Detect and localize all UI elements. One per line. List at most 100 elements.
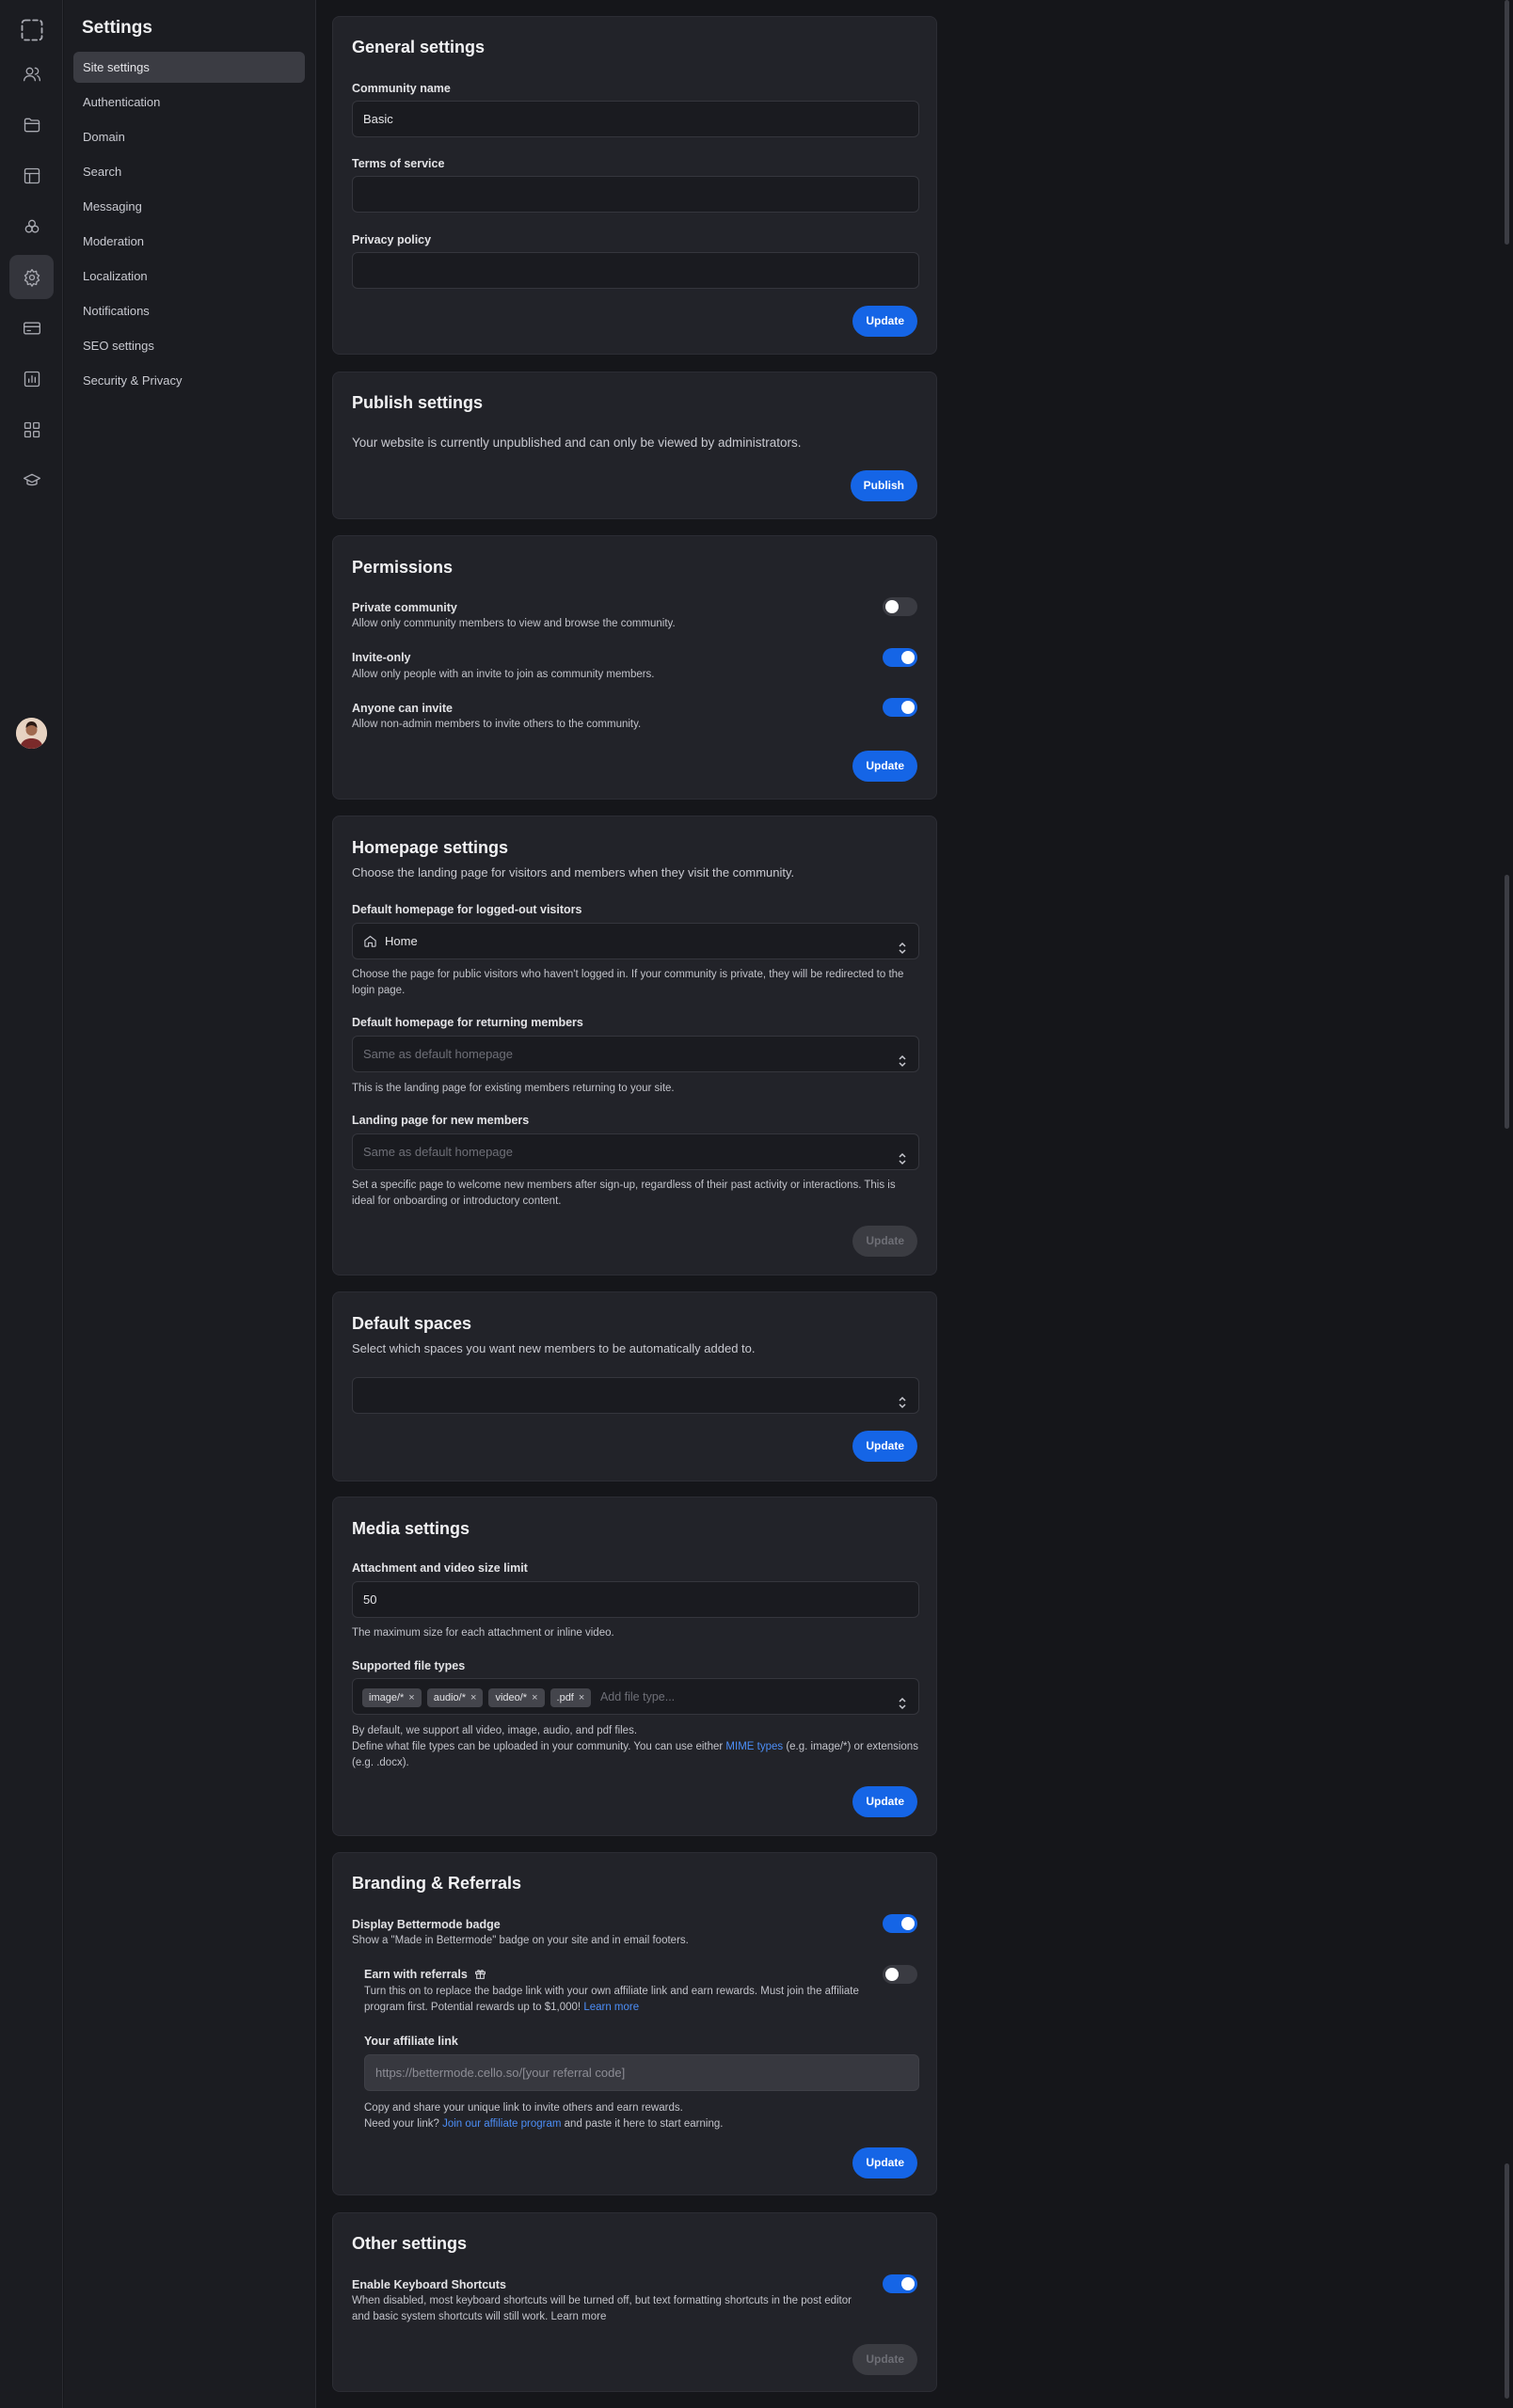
members-icon[interactable] <box>9 52 54 96</box>
earn-with-referrals-label: Earn with referrals <box>364 1968 486 1981</box>
affiliate-help-2: Need your link? Join our affiliate progr… <box>364 2118 724 2130</box>
chevron-up-down-icon <box>896 1388 909 1409</box>
publish-button[interactable]: Publish <box>850 470 917 501</box>
card-title: Homepage settings <box>352 838 509 857</box>
branding-referrals-card: Branding & Referrals Display Bettermode … <box>332 1852 937 2195</box>
nav-item-moderation[interactable]: Moderation <box>73 226 305 257</box>
card-title: General settings <box>352 38 486 56</box>
nav-item-domain[interactable]: Domain <box>73 121 305 152</box>
file-type-tag: video/* × <box>488 1688 545 1707</box>
card-title: Other settings <box>352 2234 468 2253</box>
nav-item-messaging[interactable]: Messaging <box>73 191 305 222</box>
update-button[interactable]: Update <box>852 1786 917 1817</box>
shapes-icon[interactable] <box>9 204 54 248</box>
nav-item-security-privacy[interactable]: Security & Privacy <box>73 365 305 396</box>
nav-item-notifications[interactable]: Notifications <box>73 295 305 326</box>
join-affiliate-link[interactable]: Join our affiliate program <box>442 2118 561 2130</box>
affiliate-help-1: Copy and share your unique link to invit… <box>364 2102 683 2114</box>
nav-item-localization[interactable]: Localization <box>73 261 305 292</box>
academy-cap-icon[interactable] <box>9 458 54 502</box>
size-limit-help: The maximum size for each attachment or … <box>352 1627 614 1639</box>
file-types-label: Supported file types <box>352 1659 466 1672</box>
settings-title: Settings <box>82 18 152 38</box>
earn-with-referrals-desc: Turn this on to replace the badge link w… <box>364 1986 859 2013</box>
file-types-input[interactable]: image/* × audio/* × video/* × .pdf × Add file t… <box>352 1678 919 1715</box>
update-button[interactable]: Update <box>852 1431 917 1462</box>
remove-tag-icon[interactable]: × <box>408 1692 414 1703</box>
bettermode-badge-toggle[interactable] <box>883 1914 917 1933</box>
logged-out-homepage-select[interactable]: Home <box>352 923 919 959</box>
terms-of-service-input[interactable] <box>352 176 919 213</box>
update-button[interactable]: Update <box>852 1226 917 1257</box>
icon-rail <box>0 0 63 2408</box>
affiliate-link-input[interactable]: https://bettermode.cello.so/[your referr… <box>364 2054 919 2091</box>
invite-only-toggle[interactable] <box>883 648 917 667</box>
scrollbar[interactable] <box>1503 0 1513 2408</box>
logged-out-homepage-label: Default homepage for logged-out visitors <box>352 903 582 916</box>
nav-item-seo-settings[interactable]: SEO settings <box>73 330 305 361</box>
scrollbar-thumb[interactable] <box>1505 2163 1509 2399</box>
home-icon <box>364 935 376 947</box>
settings-nav: Settings Site settings Authentication Do… <box>64 0 316 2408</box>
avatar[interactable] <box>16 718 47 749</box>
default-spaces-subtitle: Select which spaces you want new members… <box>352 1341 756 1355</box>
earn-with-referrals-toggle[interactable] <box>883 1965 917 1984</box>
chevron-up-down-icon <box>896 1047 909 1068</box>
returning-homepage-placeholder: Same as default homepage <box>363 1047 513 1061</box>
update-button[interactable]: Update <box>852 306 917 337</box>
homepage-subtitle: Choose the landing page for visitors and… <box>352 865 795 879</box>
analytics-chart-icon[interactable] <box>9 356 54 401</box>
returning-homepage-label: Default homepage for returning members <box>352 1016 583 1029</box>
card-title: Publish settings <box>352 393 484 412</box>
private-community-toggle[interactable] <box>883 597 917 616</box>
gift-icon <box>475 1970 486 1979</box>
chevron-up-down-icon <box>896 1689 909 1710</box>
keyboard-shortcuts-label: Enable Keyboard Shortcuts <box>352 2278 506 2291</box>
privacy-policy-input[interactable] <box>352 252 919 289</box>
remove-tag-icon[interactable]: × <box>532 1692 537 1703</box>
update-button[interactable]: Update <box>852 751 917 782</box>
default-spaces-select[interactable] <box>352 1377 919 1414</box>
mime-types-link[interactable]: MIME types <box>725 1741 783 1752</box>
new-members-landing-select[interactable]: Same as default homepage <box>352 1133 919 1170</box>
returning-homepage-select[interactable]: Same as default homepage <box>352 1036 919 1072</box>
bettermode-badge-desc: Show a "Made in Bettermode" badge on you… <box>352 1935 689 1946</box>
remove-tag-icon[interactable]: × <box>579 1692 584 1703</box>
folder-icon[interactable] <box>9 103 54 147</box>
nav-item-authentication[interactable]: Authentication <box>73 87 305 118</box>
size-limit-input[interactable]: 50 <box>352 1581 919 1618</box>
scrollbar-thumb[interactable] <box>1505 0 1509 245</box>
logged-out-homepage-value: Home <box>385 934 418 948</box>
returning-homepage-help: This is the landing page for existing me… <box>352 1083 675 1094</box>
update-button[interactable]: Update <box>852 2147 917 2178</box>
nav-item-site-settings[interactable]: Site settings <box>73 52 305 83</box>
chevron-up-down-icon <box>896 1145 909 1165</box>
file-type-tag: audio/* × <box>426 1688 484 1707</box>
permissions-card: Permissions Private community Allow only… <box>332 535 937 800</box>
update-button[interactable]: Update <box>852 2344 917 2375</box>
scrollbar-thumb[interactable] <box>1505 875 1509 1129</box>
bettermode-badge-label: Display Bettermode badge <box>352 1918 501 1931</box>
size-limit-label: Attachment and video size limit <box>352 1561 528 1575</box>
new-members-landing-help: Set a specific page to welcome new membe… <box>352 1180 896 1207</box>
anyone-can-invite-toggle[interactable] <box>883 698 917 717</box>
publish-status-text: Your website is currently unpublished an… <box>352 436 802 450</box>
file-type-tag: .pdf × <box>549 1688 592 1707</box>
anyone-can-invite-desc: Allow non-admin members to invite others… <box>352 719 642 730</box>
anyone-can-invite-label: Anyone can invite <box>352 702 453 715</box>
file-type-tag: image/* × <box>362 1688 422 1707</box>
dashed-square-icon[interactable] <box>9 8 54 52</box>
learn-more-link[interactable]: Learn more <box>583 2002 639 2013</box>
remove-tag-icon[interactable]: × <box>470 1692 476 1703</box>
card-title: Branding & Referrals <box>352 1874 522 1893</box>
card-title: Permissions <box>352 558 454 577</box>
apps-grid-icon[interactable] <box>9 407 54 452</box>
layout-icon[interactable] <box>9 153 54 198</box>
keyboard-shortcuts-toggle[interactable] <box>883 2274 917 2293</box>
settings-gear-icon[interactable] <box>9 255 54 299</box>
file-types-help-2: Define what file types can be uploaded i… <box>352 1741 918 1768</box>
invite-only-desc: Allow only people with an invite to join… <box>352 669 655 680</box>
nav-item-search[interactable]: Search <box>73 156 305 187</box>
billing-card-icon[interactable] <box>9 306 54 350</box>
community-name-input[interactable]: Basic <box>352 101 919 137</box>
